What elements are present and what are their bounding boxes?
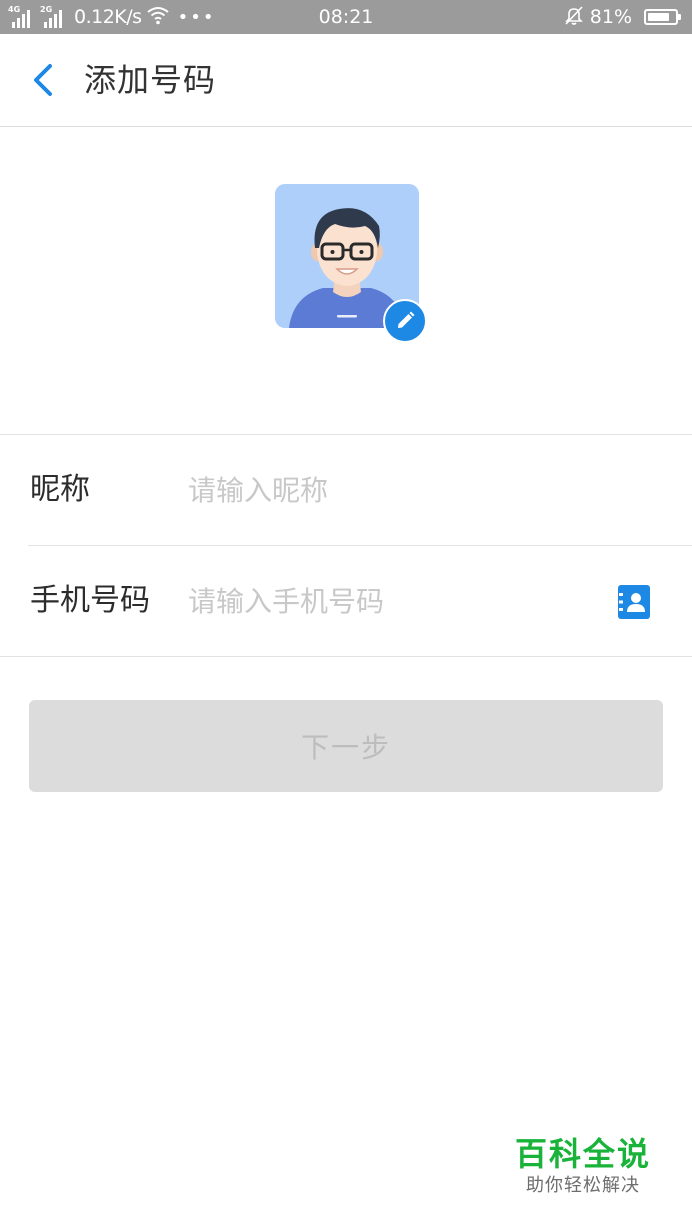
avatar-picker[interactable] bbox=[275, 184, 427, 343]
watermark-title: 百科全说 bbox=[514, 1135, 651, 1173]
next-step-button[interactable]: 下一步 bbox=[29, 700, 663, 792]
edit-avatar-button[interactable] bbox=[383, 299, 427, 343]
status-bar: 4G 2G 0.12K/s ••• 08:21 81% bbox=[0, 0, 692, 34]
contacts-icon bbox=[619, 593, 645, 612]
page-title: 添加号码 bbox=[84, 61, 217, 99]
battery-icon bbox=[644, 9, 681, 25]
status-right: 81% bbox=[564, 0, 681, 34]
app-header: 添加号码 bbox=[0, 34, 692, 127]
phone-input[interactable] bbox=[188, 576, 588, 626]
bell-muted-icon bbox=[564, 5, 584, 30]
phone-label: 手机号码 bbox=[30, 583, 150, 618]
watermark-subtitle: 助你轻松解决 bbox=[526, 1175, 640, 1196]
contacts-button[interactable] bbox=[618, 585, 650, 619]
battery-percent: 81% bbox=[589, 6, 632, 28]
phone-row: 手机号码 bbox=[0, 546, 692, 656]
nickname-label: 昵称 bbox=[30, 472, 90, 507]
nickname-input[interactable] bbox=[188, 465, 588, 515]
divider bbox=[0, 656, 692, 657]
pencil-icon bbox=[398, 311, 415, 328]
chevron-left-icon bbox=[34, 64, 52, 96]
battery-fill bbox=[648, 13, 669, 21]
watermark-logo: 百科全说 助你轻松解决 bbox=[508, 1134, 658, 1198]
nickname-row: 昵称 bbox=[0, 435, 692, 545]
back-button[interactable] bbox=[26, 60, 62, 100]
